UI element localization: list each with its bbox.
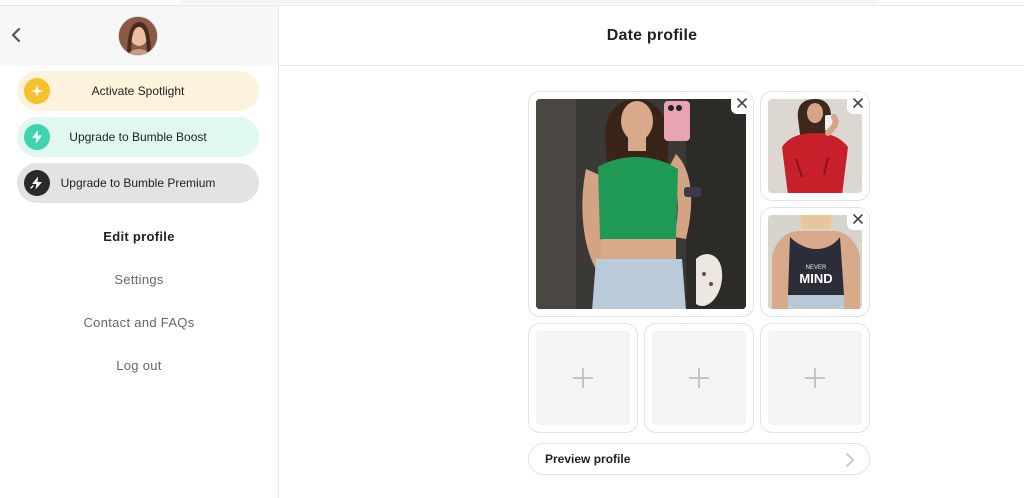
photo-image bbox=[768, 99, 862, 193]
remove-photo-2-button[interactable] bbox=[847, 92, 869, 114]
plus-icon bbox=[573, 368, 593, 388]
avatar-image bbox=[119, 17, 157, 55]
preview-profile-button[interactable]: Preview profile bbox=[528, 443, 870, 475]
remove-photo-1-button[interactable] bbox=[731, 92, 753, 114]
menu-item-edit-profile[interactable]: Edit profile bbox=[0, 229, 278, 244]
plus-icon bbox=[805, 368, 825, 388]
chevron-right-icon bbox=[846, 453, 854, 467]
page-title: Date profile bbox=[606, 26, 698, 44]
menu-item-settings[interactable]: Settings bbox=[0, 272, 278, 287]
plus-icon bbox=[689, 368, 709, 388]
lightning-icon bbox=[24, 124, 50, 150]
add-photo-area bbox=[652, 331, 746, 425]
activate-spotlight-button[interactable]: Activate Spotlight bbox=[17, 71, 259, 111]
menu-item-contact-faqs[interactable]: Contact and FAQs bbox=[0, 315, 278, 330]
lightning-circle-icon bbox=[24, 170, 50, 196]
sidebar: Activate Spotlight Upgrade to Bumble Boo… bbox=[0, 6, 279, 498]
boost-label: Upgrade to Bumble Boost bbox=[69, 130, 207, 144]
upgrade-boost-button[interactable]: Upgrade to Bumble Boost bbox=[17, 117, 259, 157]
close-icon bbox=[853, 98, 863, 108]
profile-photo-2 bbox=[768, 99, 862, 193]
add-photo-slot-1[interactable] bbox=[528, 323, 638, 433]
sidebar-header bbox=[0, 6, 278, 66]
preview-profile-label: Preview profile bbox=[545, 452, 631, 466]
add-photo-area bbox=[536, 331, 630, 425]
photo-slot-1[interactable] bbox=[528, 91, 754, 317]
avatar[interactable] bbox=[118, 16, 158, 56]
photo-image bbox=[536, 99, 746, 309]
chevron-left-icon bbox=[11, 27, 21, 43]
profile-photo-1 bbox=[536, 99, 746, 309]
add-photo-slot-3[interactable] bbox=[760, 323, 870, 433]
photo-image: NEVER MIND bbox=[768, 215, 862, 309]
menu-item-log-out[interactable]: Log out bbox=[0, 358, 278, 373]
add-photo-area bbox=[768, 331, 862, 425]
profile-photo-3: NEVER MIND bbox=[768, 215, 862, 309]
close-icon bbox=[737, 98, 747, 108]
photo-slot-2[interactable] bbox=[760, 91, 870, 201]
premium-label: Upgrade to Bumble Premium bbox=[60, 176, 216, 190]
sparkle-icon bbox=[24, 78, 50, 104]
address-bar-edge bbox=[180, 0, 880, 4]
spotlight-label: Activate Spotlight bbox=[91, 84, 185, 98]
close-icon bbox=[853, 214, 863, 224]
main-header: Date profile bbox=[280, 6, 1024, 66]
add-photo-slot-2[interactable] bbox=[644, 323, 754, 433]
upgrade-premium-button[interactable]: Upgrade to Bumble Premium bbox=[17, 163, 259, 203]
photo-slot-3[interactable]: NEVER MIND bbox=[760, 207, 870, 317]
back-button[interactable] bbox=[8, 24, 24, 46]
remove-photo-3-button[interactable] bbox=[847, 208, 869, 230]
tee-text-bottom: MIND bbox=[799, 271, 832, 286]
